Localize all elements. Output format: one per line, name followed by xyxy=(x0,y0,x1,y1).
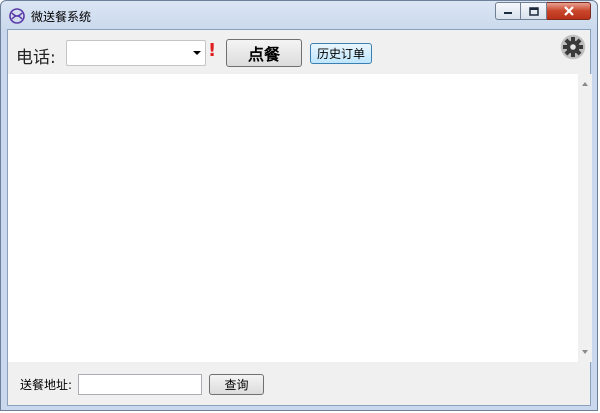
main-window: 微送餐系统 电话: ! 点餐 历史订单 送餐地址: 查询 xyxy=(0,0,598,411)
app-logo-icon xyxy=(9,8,25,24)
minimize-button[interactable] xyxy=(495,2,521,20)
maximize-icon xyxy=(528,6,539,16)
maximize-button[interactable] xyxy=(521,2,547,20)
query-button[interactable]: 查询 xyxy=(209,374,264,395)
phone-combobox[interactable] xyxy=(66,40,206,66)
footer: 送餐地址: 查询 xyxy=(8,362,590,405)
scroll-down-icon[interactable] xyxy=(582,350,588,354)
client-area: 电话: ! 点餐 历史订单 送餐地址: 查询 xyxy=(7,29,592,406)
order-display-area[interactable] xyxy=(8,74,592,362)
order-button[interactable]: 点餐 xyxy=(226,39,302,67)
minimize-icon xyxy=(504,12,512,14)
window-controls xyxy=(495,2,591,20)
close-icon xyxy=(563,6,574,16)
close-button[interactable] xyxy=(547,2,591,20)
chevron-down-icon[interactable] xyxy=(193,51,201,55)
phone-label: 电话: xyxy=(16,48,56,68)
history-orders-button[interactable]: 历史订单 xyxy=(310,43,372,64)
address-label: 送餐地址: xyxy=(20,378,73,392)
required-indicator: ! xyxy=(208,40,217,61)
toolbar: 电话: ! 点餐 历史订单 xyxy=(8,30,590,74)
vertical-scrollbar[interactable] xyxy=(578,74,592,362)
address-input[interactable] xyxy=(78,374,202,395)
gear-icon[interactable] xyxy=(560,34,586,60)
window-title: 微送餐系统 xyxy=(31,10,92,24)
scroll-up-icon[interactable] xyxy=(582,82,588,86)
title-bar[interactable]: 微送餐系统 xyxy=(1,1,597,29)
